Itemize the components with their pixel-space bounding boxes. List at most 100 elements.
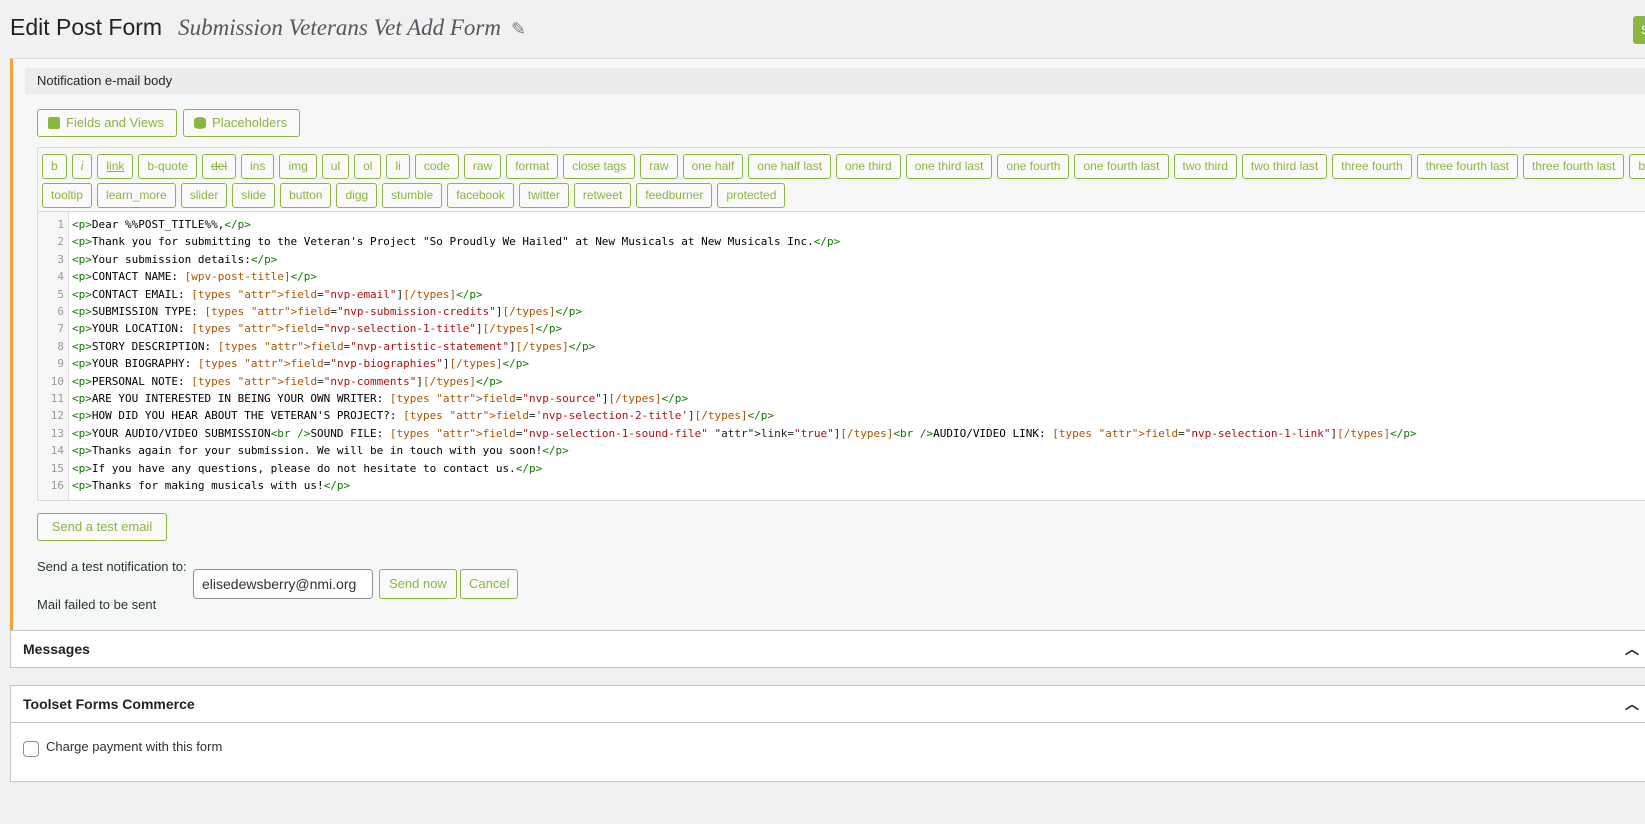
form-name[interactable]: Submission Veterans Vet Add Form	[178, 15, 501, 41]
charge-payment-label: Charge payment with this form	[46, 739, 223, 754]
quicktag-button[interactable]: two third	[1173, 154, 1237, 179]
quicktags-row-1: b i link b-quote del ins img ul ol li code raw forma…	[42, 154, 1645, 179]
quicktag-button[interactable]: two third last	[1241, 154, 1328, 179]
code-line[interactable]: 3 <p>Your submission details:</p>	[38, 251, 277, 268]
quicktag-button[interactable]: ol	[354, 154, 382, 179]
charge-payment-checkbox[interactable]	[23, 741, 39, 757]
fields-and-views-label: Fields and Views	[66, 115, 165, 130]
line-number: 2	[57, 235, 64, 249]
quicktag-button[interactable]: b	[42, 154, 67, 179]
quicktag-button[interactable]: link	[97, 154, 134, 179]
calendar-icon	[48, 117, 60, 129]
quicktag-button[interactable]: twitter	[518, 183, 569, 208]
commerce-panel: Toolset Forms Commerce ︿ Charge payment …	[10, 685, 1645, 782]
commerce-panel-header[interactable]: Toolset Forms Commerce ︿	[11, 686, 1645, 722]
code-editor[interactable]: 1 <p>Dear %%POST_TITLE%%,</p> 2 <p>Thank yo…	[37, 211, 1645, 501]
editor-toolbar: Fields and Views Placeholders	[37, 109, 301, 137]
code-line[interactable]: 5 <p>CONTACT EMAIL: [types "attr">field="…	[38, 286, 482, 303]
code-line[interactable]: 1 <p>Dear %%POST_TITLE%%,</p>	[38, 216, 250, 233]
placeholders-button[interactable]: Placeholders	[183, 109, 301, 137]
cancel-button[interactable]: Cancel	[460, 569, 519, 599]
commerce-title: Toolset Forms Commerce	[23, 696, 195, 712]
line-number: 9	[57, 357, 64, 371]
messages-panel-header[interactable]: Messages ︿	[11, 631, 1645, 667]
quicktag-button[interactable]: three fourth	[1332, 154, 1412, 179]
quicktag-button[interactable]: ins	[241, 154, 275, 179]
quicktag-button[interactable]: img	[279, 154, 317, 179]
quicktag-button[interactable]: one half last	[748, 154, 831, 179]
quicktag-button[interactable]: li	[386, 154, 410, 179]
quicktag-button[interactable]: protected	[717, 183, 786, 208]
quicktag-button[interactable]: slider	[180, 183, 228, 208]
notification-title: Notification e-mail body	[25, 68, 1645, 94]
quicktag-button[interactable]: b-quote	[138, 154, 198, 179]
quicktag-button[interactable]: one fourth last	[1074, 154, 1169, 179]
quicktag-button[interactable]: bo	[1629, 154, 1645, 179]
messages-panel: Messages ︿	[10, 630, 1645, 668]
line-number: 3	[57, 252, 64, 266]
quicktag-button[interactable]: format	[506, 154, 559, 179]
quicktag-button[interactable]: button	[280, 183, 332, 208]
quicktags-toolbar: b i link b-quote del ins img ul ol li code raw forma…	[37, 147, 1645, 211]
line-number: 7	[57, 322, 64, 336]
quicktag-button[interactable]: digg	[336, 183, 378, 208]
messages-title: Messages	[23, 641, 90, 657]
quicktag-button[interactable]: facebook	[447, 183, 514, 208]
test-notification-label: Send a test notification to:	[37, 559, 187, 574]
chevron-up-icon[interactable]: ︿	[1625, 686, 1639, 722]
quicktag-button[interactable]: code	[414, 154, 459, 179]
quicktag-button[interactable]: i	[71, 154, 93, 179]
code-line[interactable]: 16 <p>Thanks for making musicals with us!…	[38, 477, 350, 494]
quicktag-button[interactable]: ul	[321, 154, 350, 179]
quicktag-button[interactable]: one half	[682, 154, 744, 179]
quicktag-button[interactable]: feedburner	[636, 183, 713, 208]
line-number: 13	[50, 426, 64, 440]
quicktag-button[interactable]: one third last	[905, 154, 993, 179]
code-line[interactable]: 11 <p>ARE YOU INTERESTED IN BEING YOUR OW…	[38, 390, 688, 407]
quicktag-button[interactable]: raw	[640, 154, 678, 179]
line-number: 15	[50, 461, 64, 475]
code-line[interactable]: 15 <p>If you have any questions, please d…	[38, 460, 542, 477]
send-test-email-button[interactable]: Send a test email	[37, 513, 167, 541]
quicktag-button[interactable]: one third	[836, 154, 901, 179]
code-line[interactable]: 8 <p>STORY DESCRIPTION: [types "attr">fie…	[38, 338, 595, 355]
code-line[interactable]: 6 <p>SUBMISSION TYPE: [types "attr">field…	[38, 303, 582, 320]
line-number: 14	[50, 444, 64, 458]
quicktag-button[interactable]: close tags	[563, 154, 636, 179]
line-number: 10	[50, 374, 64, 388]
line-number: 12	[50, 409, 64, 423]
page-header: Edit Post Form Submission Veterans Vet A…	[10, 14, 526, 41]
quicktag-button[interactable]: slide	[232, 183, 276, 208]
code-line[interactable]: 14 <p>Thanks again for your submission. W…	[38, 442, 569, 459]
fields-and-views-button[interactable]: Fields and Views	[37, 109, 178, 137]
code-line[interactable]: 13 <p>YOUR AUDIO/VIDEO SUBMISSION<br />SO…	[38, 425, 1417, 442]
line-number: 1	[57, 218, 64, 231]
quicktag-button[interactable]: raw	[463, 154, 502, 179]
quicktag-button[interactable]: learn_more	[97, 183, 176, 208]
save-button[interactable]: S	[1633, 16, 1645, 44]
quicktag-button[interactable]: three fourth last	[1416, 154, 1519, 179]
chevron-up-icon[interactable]: ︿	[1625, 631, 1639, 667]
quicktag-button[interactable]: three fourth last	[1523, 154, 1625, 179]
line-number: 6	[57, 305, 64, 318]
quicktag-button[interactable]: stumble	[382, 183, 443, 208]
placeholders-label: Placeholders	[212, 115, 288, 130]
code-line[interactable]: 12 <p>HOW DID YOU HEAR ABOUT THE VETERAN'…	[38, 407, 774, 424]
send-now-button[interactable]: Send now	[379, 569, 457, 599]
quicktag-button[interactable]: tooltip	[42, 183, 93, 208]
mail-status-message: Mail failed to be sent	[37, 597, 157, 612]
quicktag-button[interactable]: retweet	[573, 183, 632, 208]
code-line[interactable]: 7 <p>YOUR LOCATION: [types "attr">field="…	[38, 320, 562, 337]
test-email-input[interactable]	[193, 569, 373, 599]
code-line[interactable]: 2 <p>Thank you for submitting to the Vete…	[38, 233, 840, 250]
line-number: 8	[57, 339, 64, 353]
page-title: Edit Post Form	[10, 14, 163, 40]
quicktag-button[interactable]: one fourth	[997, 154, 1070, 179]
code-line[interactable]: 10 <p>PERSONAL NOTE: [types "attr">field=…	[38, 373, 503, 390]
line-number: 11	[50, 392, 64, 405]
code-line[interactable]: 4 <p>CONTACT NAME: [wpv-post-title]</p>	[38, 268, 317, 285]
quicktag-button[interactable]: del	[202, 154, 237, 179]
code-line[interactable]: 9 <p>YOUR BIOGRAPHY: [types "attr">field=…	[38, 355, 529, 372]
pencil-icon[interactable]: ✎	[511, 19, 526, 40]
notification-email-body-box: Notification e-mail body Fields and View…	[10, 58, 1645, 640]
